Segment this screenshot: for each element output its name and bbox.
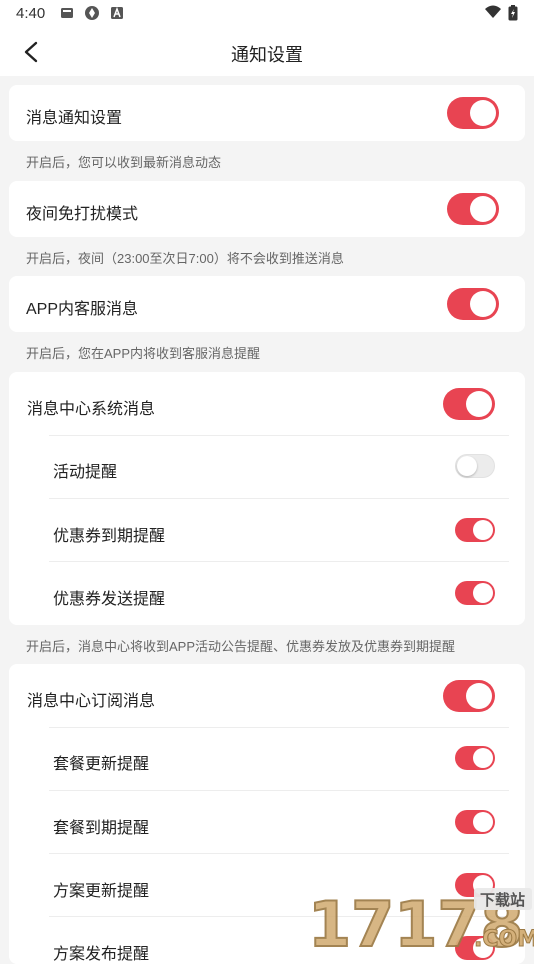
divider [49, 435, 509, 436]
night-mode-card: 夜间免打扰模式 [9, 181, 525, 237]
coupon-expiry-toggle[interactable] [455, 518, 495, 542]
activity-reminder-toggle[interactable] [455, 454, 495, 478]
toggle-knob [473, 812, 493, 832]
plan-update-label: 套餐更新提醒 [53, 756, 150, 773]
night-mode-caption: 开启后，夜间（23:00至次日7:00）将不会收到推送消息 [26, 251, 344, 266]
in-app-service-label: APP内客服消息 [26, 301, 139, 318]
toggle-knob [466, 683, 492, 709]
divider [49, 853, 509, 854]
message-notify-toggle[interactable] [447, 97, 499, 129]
wifi-icon [485, 5, 501, 18]
shutter-icon [85, 6, 99, 20]
toggle-knob [457, 456, 477, 476]
svg-text:下载站: 下载站 [480, 891, 525, 909]
scheme-publish-label: 方案发布提醒 [53, 946, 150, 963]
toggle-knob [473, 748, 493, 768]
divider [49, 727, 509, 728]
in-app-service-caption: 开启后，您在APP内将收到客服消息提醒 [26, 346, 261, 361]
plan-expiry-toggle[interactable] [455, 810, 495, 834]
plan-update-toggle[interactable] [455, 746, 495, 770]
divider [49, 790, 509, 791]
message-notify-card: 消息通知设置 [9, 85, 525, 141]
toggle-knob [470, 196, 496, 222]
subscription-messages-toggle[interactable] [443, 680, 495, 712]
system-messages-caption: 开启后，消息中心将收到APP活动公告提醒、优惠券发放及优惠券到期提醒 [26, 639, 456, 654]
app-bar: 通知设置 [0, 28, 534, 76]
coupon-send-toggle[interactable] [455, 581, 495, 605]
mail-icon [61, 8, 73, 18]
message-notify-caption: 开启后，您可以收到最新消息动态 [26, 155, 222, 170]
watermark-logo: 17178 下载站 .COM [307, 887, 534, 950]
message-notify-label: 消息通知设置 [26, 110, 123, 127]
message-notify-row: 消息通知设置 [9, 85, 525, 141]
svg-text:.COM: .COM [474, 927, 534, 950]
a-icon [111, 6, 123, 19]
toggle-knob [470, 100, 496, 126]
status-bar: 4:40 [0, 0, 534, 28]
divider [49, 498, 509, 499]
activity-reminder-label: 活动提醒 [53, 464, 118, 481]
divider [49, 561, 509, 562]
system-messages-card: 消息中心系统消息 活动提醒 优惠券到期提醒 优惠券发送提醒 [9, 372, 525, 625]
scheme-update-label: 方案更新提醒 [53, 883, 150, 900]
night-mode-label: 夜间免打扰模式 [26, 206, 139, 223]
page-title: 通知设置 [231, 45, 303, 65]
subscription-messages-label: 消息中心订阅消息 [27, 693, 156, 710]
in-app-service-row: APP内客服消息 [9, 276, 525, 332]
toggle-knob [473, 583, 493, 603]
battery-icon [508, 5, 518, 21]
in-app-service-toggle[interactable] [447, 288, 499, 320]
night-mode-row: 夜间免打扰模式 [9, 181, 525, 237]
plan-expiry-label: 套餐到期提醒 [53, 820, 150, 837]
system-messages-label: 消息中心系统消息 [27, 401, 156, 418]
system-messages-toggle[interactable] [443, 388, 495, 420]
toggle-knob [466, 391, 492, 417]
coupon-expiry-label: 优惠券到期提醒 [53, 528, 166, 545]
in-app-service-card: APP内客服消息 [9, 276, 525, 332]
coupon-send-label: 优惠券发送提醒 [53, 591, 166, 608]
status-time: 4:40 [16, 5, 46, 22]
toggle-knob [473, 520, 493, 540]
night-mode-toggle[interactable] [447, 193, 499, 225]
toggle-knob [470, 291, 496, 317]
